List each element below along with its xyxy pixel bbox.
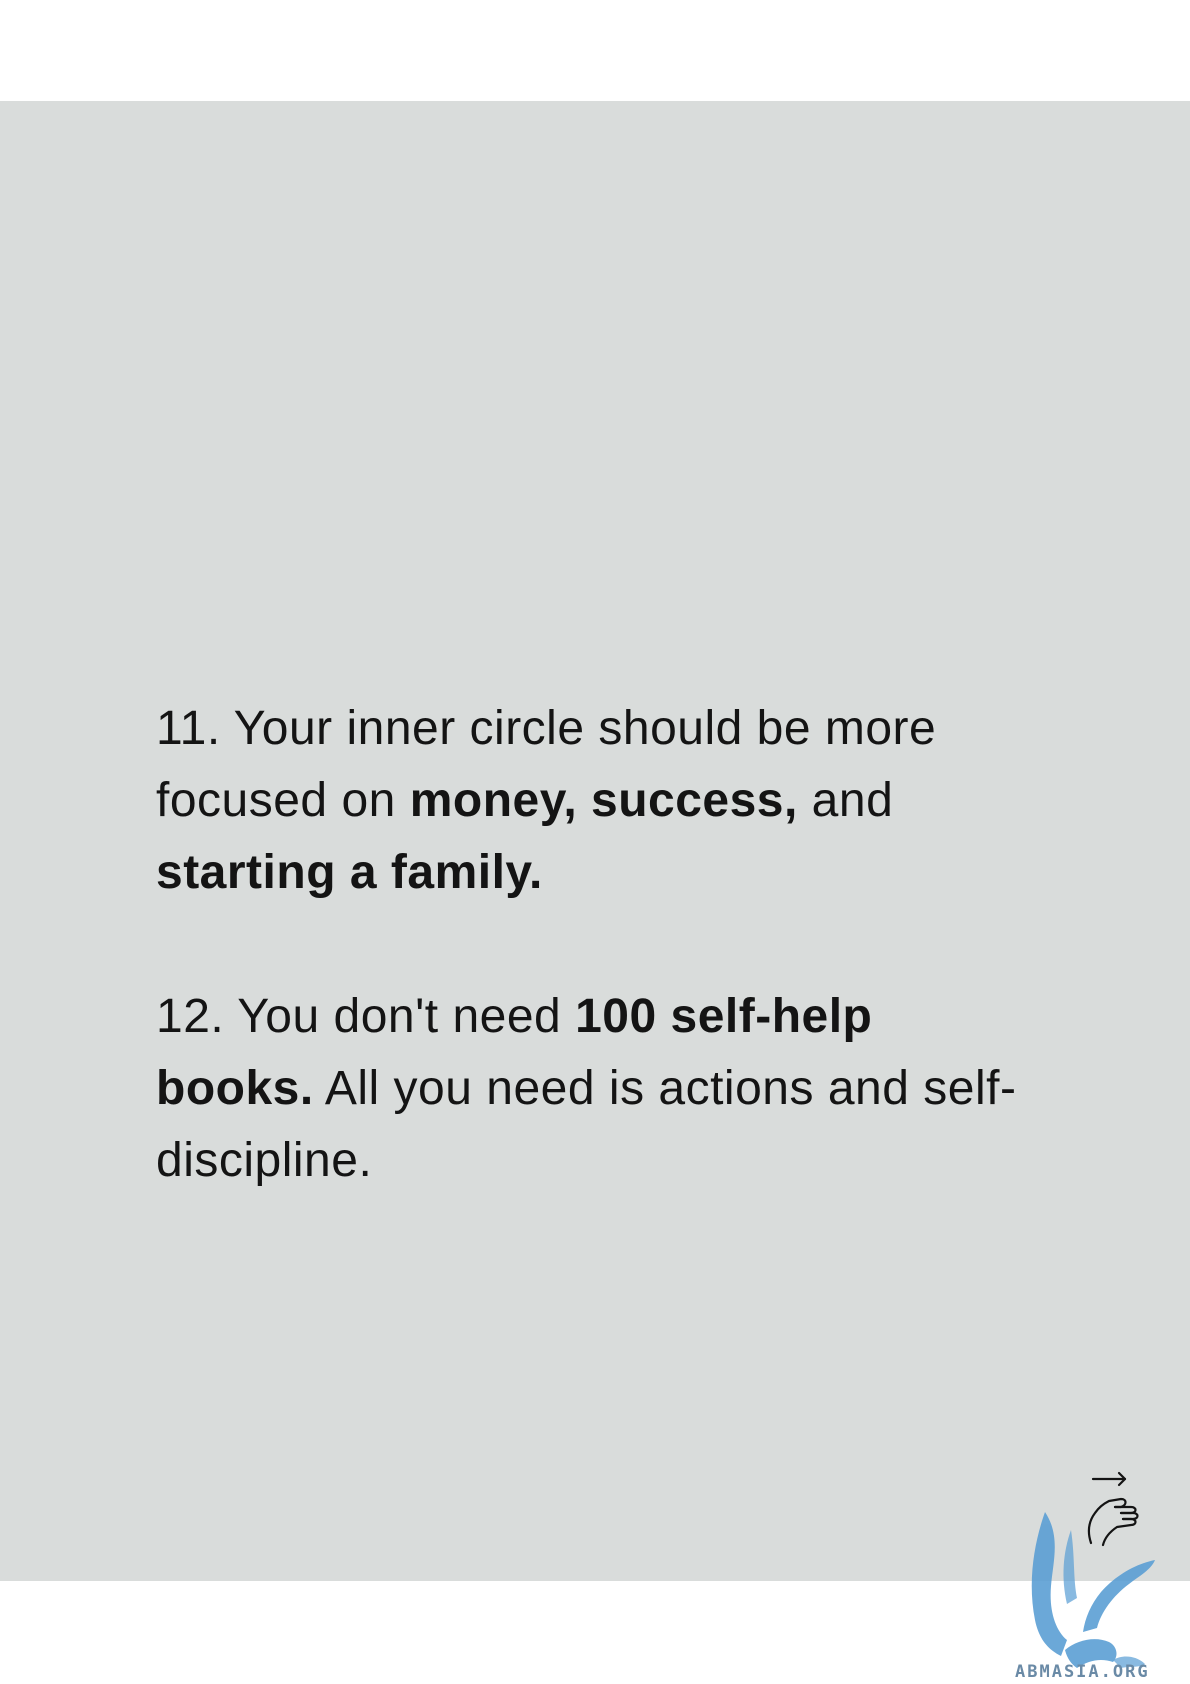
item-11-bold-money: money, success,	[409, 774, 798, 827]
item-11-text: 11. Your inner circle should be more foc…	[156, 693, 1036, 909]
watermark-text: ABMASIA.ORG	[1015, 1662, 1150, 1682]
item-12-lead: 12. You don't need	[156, 990, 576, 1043]
item-12-text: 12. You don't need 100 self-help books. …	[156, 981, 1036, 1197]
post-card: 11. Your inner circle should be more foc…	[0, 101, 1190, 1581]
item-11-bold-family: starting a family.	[156, 846, 543, 899]
item-11-mid: and	[797, 774, 894, 827]
swipe-hand-icon	[1087, 1471, 1139, 1547]
post-content: 11. Your inner circle should be more foc…	[156, 693, 1036, 1269]
